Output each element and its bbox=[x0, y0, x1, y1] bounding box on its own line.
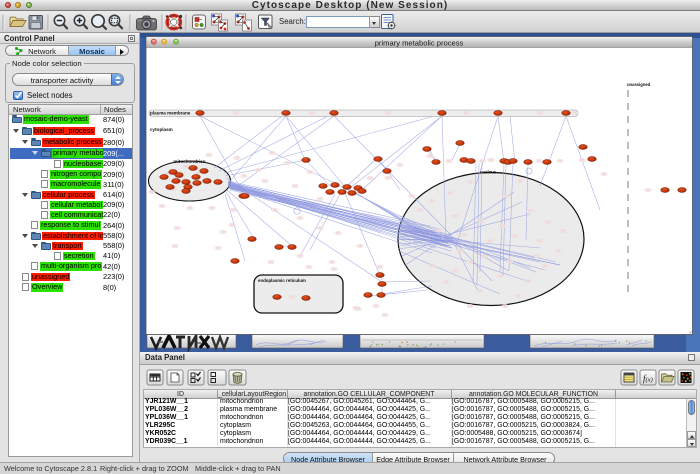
svg-text:mitochondrion: mitochondrion bbox=[173, 159, 205, 164]
svg-text:plasma membrane: plasma membrane bbox=[150, 111, 191, 116]
svg-text:unassigned: unassigned bbox=[627, 82, 651, 87]
svg-text:endoplasmic reticulum: endoplasmic reticulum bbox=[258, 278, 306, 283]
svg-text:primary metabolic process: primary metabolic process bbox=[375, 38, 464, 47]
svg-text:nucleus: nucleus bbox=[480, 170, 497, 175]
svg-text:cytoplasm: cytoplasm bbox=[150, 127, 173, 132]
